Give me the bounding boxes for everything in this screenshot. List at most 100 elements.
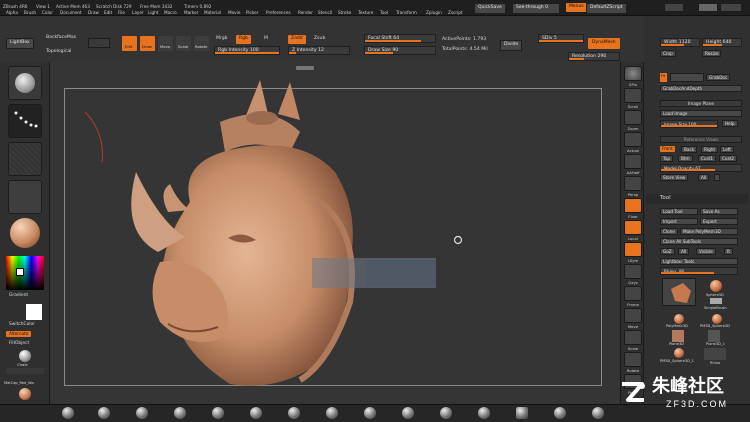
bottom-brush-7-icon[interactable] [288,407,300,419]
reference-views-header[interactable]: Reference Views [660,136,742,143]
menu-alpha[interactable]: Alpha [6,10,18,15]
edit-button[interactable]: Edit [122,36,137,51]
cust2-view-button[interactable]: Cust2 [719,155,738,162]
menu-material[interactable]: Material [204,10,221,15]
menu-tool[interactable]: Tool [380,10,388,15]
grabdoc-depth-button[interactable]: GrabDocAndDepth [660,85,742,92]
visible-button[interactable]: Visible [696,248,716,255]
menu-marker[interactable]: Marker [184,10,198,15]
mrgb-toggle[interactable]: Mrgb [216,36,228,42]
front-view-button[interactable]: Front [660,146,675,153]
right-view-button[interactable]: Right [701,146,719,153]
load-image-button[interactable]: Load Image [660,110,742,117]
goz-button[interactable]: GoZ [660,248,675,255]
bottom-brush-4-icon[interactable] [174,407,186,419]
resize-button[interactable]: Resize [702,50,722,57]
rhino-subtool-thumbnail[interactable] [704,348,726,360]
back-view-button[interactable]: Back [681,146,698,153]
focal-shift-slider[interactable]: Focal Shift 64 [364,34,436,43]
tool-count-slider[interactable]: Rhino. 48 [660,267,738,275]
clone-all-subtools-button[interactable]: Clone All SubTools [660,238,738,245]
store-all-button[interactable]: All [698,174,710,181]
color-picker[interactable] [6,256,44,290]
rgb-intensity-slider[interactable]: Rgb Intensity 100 [214,46,280,55]
draw-size-slider[interactable]: Draw Size 90 [364,46,436,55]
menu-layer[interactable]: Layer [132,10,144,15]
left-view-button[interactable]: Left [720,146,734,153]
canvas-viewport[interactable] [50,62,620,404]
move-view-button[interactable] [624,308,642,323]
m-toggle[interactable]: M [264,36,268,42]
rotate-view-button[interactable] [624,352,642,367]
make-polymesh-button[interactable]: Make PolyMesh3D [680,228,738,235]
menu-stroke[interactable]: Stroke [338,10,351,15]
bottom-brush-5-icon[interactable] [212,407,224,419]
quicksave-button[interactable]: QuickSave [474,3,506,14]
scroll-button[interactable] [624,88,642,103]
pm3d-sphere3d-thumbnail[interactable] [712,314,722,324]
height-slider[interactable]: Height 640 [702,38,742,47]
lsym-button[interactable] [624,242,642,257]
simplebrush-thumbnail[interactable] [710,298,722,304]
model-opacity-slider[interactable]: Model Opacity 67 [660,164,742,172]
menu-draw[interactable]: Draw [88,10,99,15]
menu-zscript[interactable]: Zscript [448,10,463,15]
bottom-brush-1-icon[interactable] [62,407,74,419]
width-slider[interactable]: Width 1120 [660,38,700,47]
load-tool-button[interactable]: Load Tool [660,208,698,215]
sdiv-slider[interactable]: SDiv 5 [538,34,584,43]
divide-button[interactable]: Divide [500,40,523,51]
rotate-button[interactable]: Rotate [194,36,209,51]
bottom-brush-11-icon[interactable] [440,407,452,419]
panel-slot-1[interactable] [670,73,704,82]
rgb-toggle[interactable]: Rgb [236,35,251,44]
spix-button[interactable] [624,66,642,81]
plane3d-1-thumbnail[interactable] [708,330,720,342]
polymesh3d-thumbnail[interactable] [674,314,684,324]
store-view-button[interactable]: Store View [660,174,689,181]
pm3d-sphere3d-1-thumbnail[interactable] [674,348,684,358]
fill-object-button[interactable]: FillObject [9,341,29,346]
z-intensity-slider[interactable]: Z Intensity 12 [288,46,350,55]
gradient-toggle[interactable]: Gradient [9,293,28,298]
menu-picker[interactable]: Picker [246,10,258,15]
menu-brush[interactable]: Brush [24,10,36,15]
lightbox-tools-button[interactable]: Lightbox› Tools [660,258,738,265]
secondary-color-swatch[interactable] [26,304,42,320]
save-as-button[interactable]: Save As [700,208,738,215]
alpha-thumbnail[interactable] [8,142,42,176]
actual-button[interactable] [624,132,642,147]
menu-transform[interactable]: Transform [396,10,417,15]
menu-color[interactable]: Color [42,10,53,15]
bottom-brush-12-icon[interactable] [478,407,490,419]
alternate-button[interactable]: Alternate [6,331,32,338]
material-thumbnail[interactable] [8,216,42,250]
crop-button[interactable]: Crop [660,50,676,57]
r-button[interactable]: R [724,248,733,255]
fit-toggle[interactable]: Fit [660,73,667,82]
layout-button[interactable] [698,3,718,12]
help-button[interactable]: Help [722,120,738,127]
grabdoc-button[interactable]: GrabDoc [706,74,731,81]
tool-palette-header[interactable]: Tool [646,194,748,204]
menu-stencil[interactable]: Stencil [318,10,332,15]
resolution-slider[interactable]: Resolution 296 [568,52,620,61]
stroke-thumbnail[interactable] [8,104,42,138]
brush-thumbnail[interactable] [8,66,42,100]
sphere3d-thumbnail[interactable] [710,280,722,292]
current-tool-thumbnail[interactable] [662,278,696,306]
bottom-brush-10-icon[interactable] [402,407,414,419]
local-button[interactable] [624,220,642,235]
aahalf-button[interactable] [624,154,642,169]
menu-render[interactable]: Render [298,10,313,15]
bottom-brush-3-icon[interactable] [136,407,148,419]
menu-preferences[interactable]: Preferences [266,10,291,15]
import-button[interactable]: Import [660,218,698,225]
gxyz-button[interactable] [624,264,642,279]
bottom-brush-13-icon[interactable] [516,407,528,419]
lightbox-button[interactable]: LightBox [6,38,34,49]
matcap-red-icon[interactable] [19,388,31,400]
clone-button[interactable]: Clone [660,228,678,235]
see-through-slider[interactable]: See-through 0 [512,3,560,14]
dock-button[interactable] [664,3,684,12]
